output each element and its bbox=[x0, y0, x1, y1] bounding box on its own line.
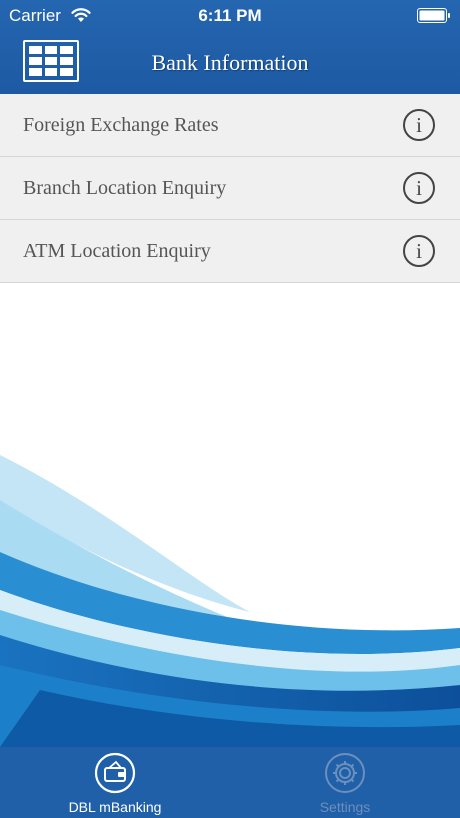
clock-time: 6:11 PM bbox=[198, 6, 262, 25]
status-bar: Carrier 6:11 PM bbox=[0, 0, 460, 32]
info-icon[interactable]: i bbox=[403, 235, 435, 267]
info-icon[interactable]: i bbox=[403, 172, 435, 204]
tab-settings[interactable]: Settings bbox=[230, 747, 460, 818]
menu-item-branch-location-enquiry[interactable]: Branch Location Enquiry i bbox=[0, 157, 460, 220]
menu-item-label: ATM Location Enquiry bbox=[23, 239, 211, 262]
menu-item-foreign-exchange-rates[interactable]: Foreign Exchange Rates i bbox=[0, 94, 460, 157]
tab-bar: DBL mBanking Settings bbox=[0, 747, 460, 818]
info-icon[interactable]: i bbox=[403, 109, 435, 141]
menu-item-label: Foreign Exchange Rates bbox=[23, 113, 219, 136]
navigation-header: Carrier 6:11 PM Bank Information bbox=[0, 0, 460, 94]
battery-icon bbox=[417, 8, 450, 23]
tab-label: DBL mBanking bbox=[68, 799, 162, 815]
bank-info-menu: Foreign Exchange Rates i Branch Location… bbox=[0, 94, 460, 283]
tab-label: Settings bbox=[319, 799, 371, 815]
decorative-waves bbox=[0, 455, 460, 747]
menu-item-atm-location-enquiry[interactable]: ATM Location Enquiry i bbox=[0, 220, 460, 283]
tab-dbl-mbanking[interactable]: DBL mBanking bbox=[0, 747, 230, 818]
gear-icon bbox=[325, 753, 365, 793]
wallet-icon bbox=[94, 752, 136, 794]
page-title: Bank Information bbox=[151, 50, 309, 75]
menu-item-label: Branch Location Enquiry bbox=[23, 176, 227, 199]
